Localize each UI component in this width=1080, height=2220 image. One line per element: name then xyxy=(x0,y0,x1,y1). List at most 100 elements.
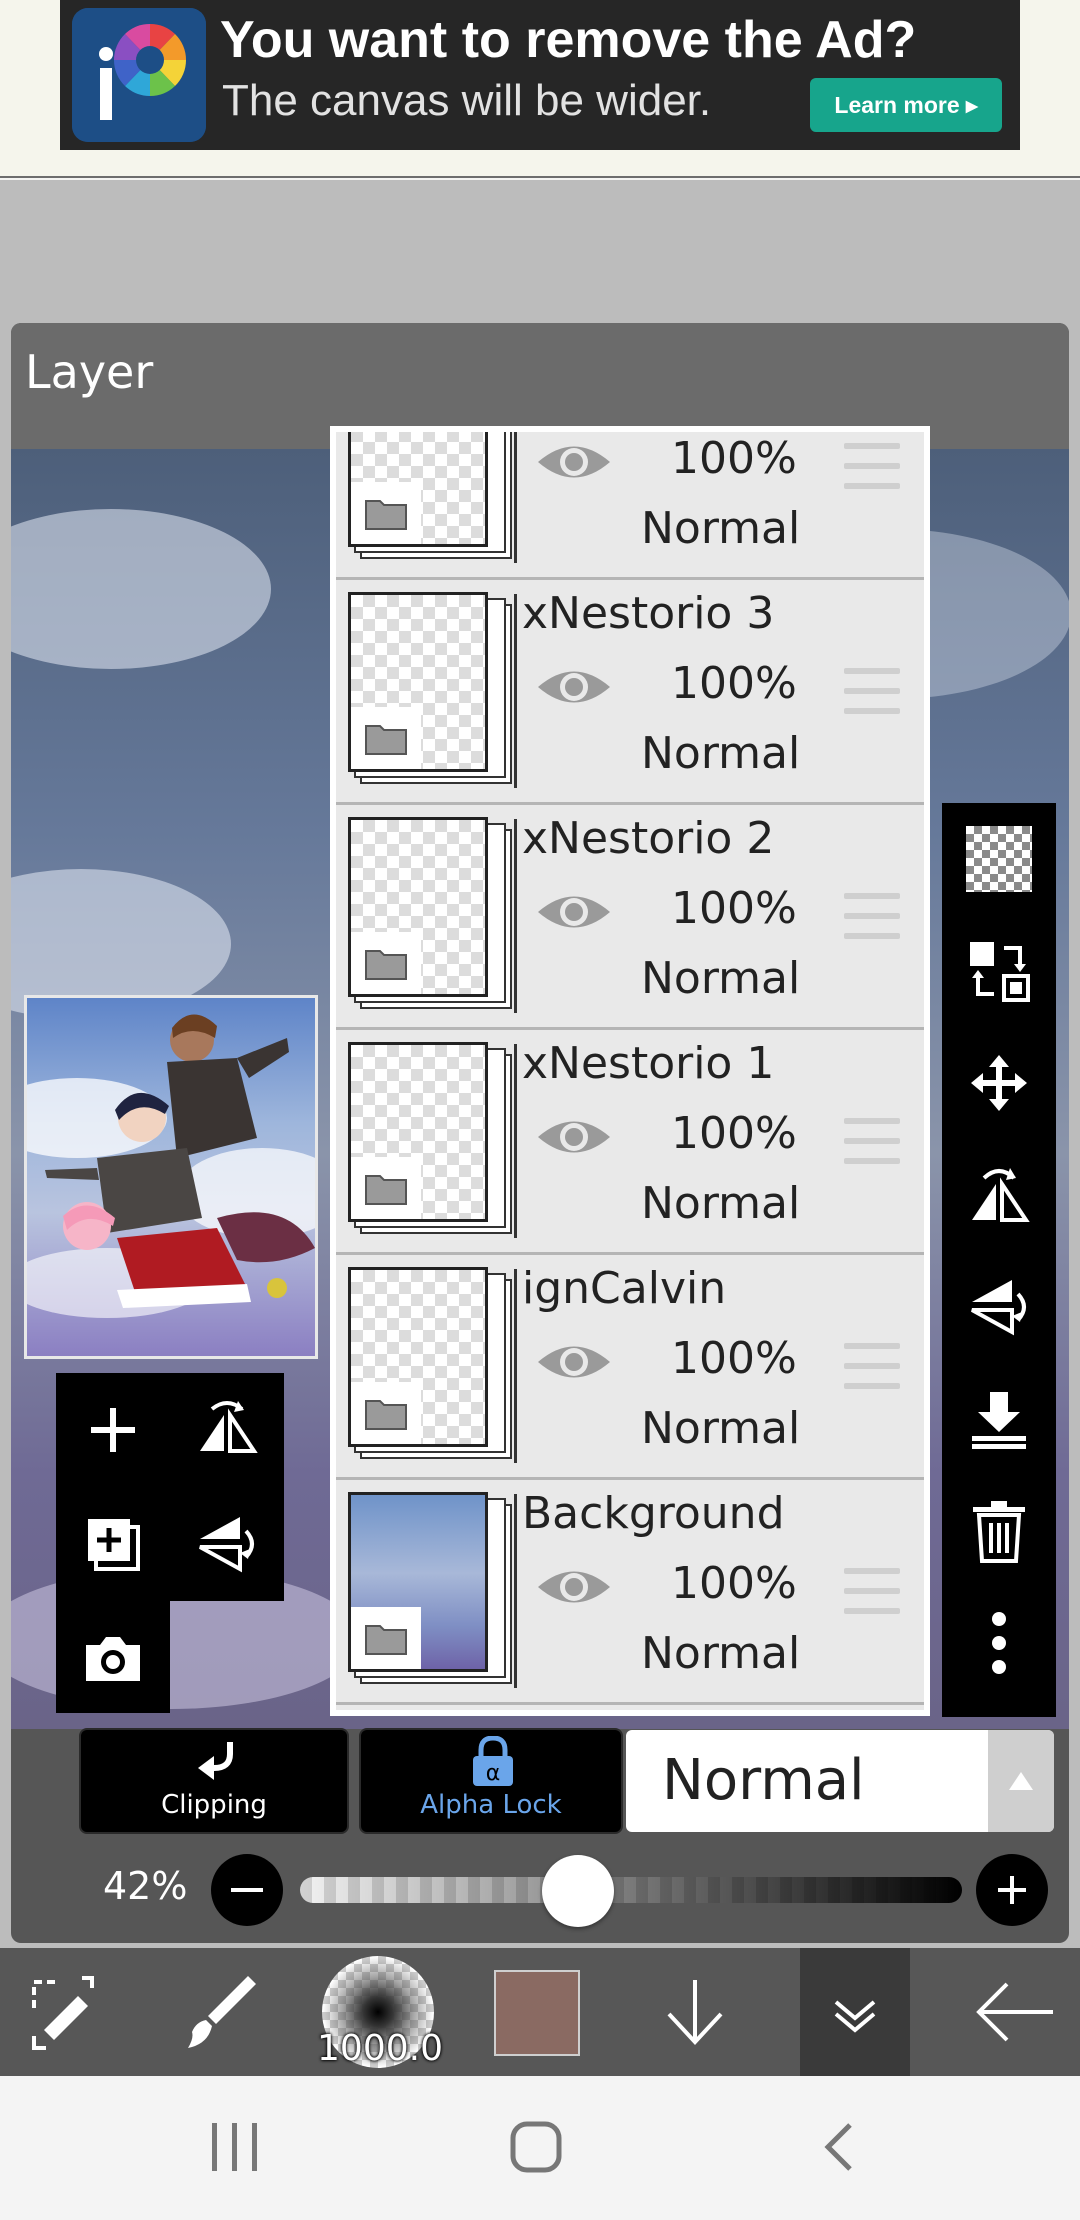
visibility-eye-icon[interactable] xyxy=(534,437,614,487)
color-swatch[interactable] xyxy=(494,1970,580,2056)
layer-name: Background xyxy=(522,1488,785,1539)
layer-row[interactable]: Background 100% Normal xyxy=(336,1480,924,1705)
layer-blend-mode: Normal xyxy=(641,1628,801,1679)
canvas-thumbnail[interactable] xyxy=(24,995,318,1359)
trash-icon xyxy=(973,1501,1025,1563)
brush-size-label: 1000.0 xyxy=(317,2028,443,2069)
minus-icon xyxy=(231,1888,263,1892)
download-button[interactable] xyxy=(640,1948,750,2076)
layer-thumbnail xyxy=(348,817,488,997)
opacity-slider[interactable] xyxy=(300,1877,962,1903)
screen: You want to remove the Ad? The canvas wi… xyxy=(0,0,1080,2220)
move-icon xyxy=(971,1055,1027,1111)
delete-layer-button[interactable] xyxy=(942,1475,1056,1587)
layer-opacity: 100% xyxy=(671,1558,797,1609)
brush-tool-button[interactable] xyxy=(160,1948,280,2076)
layers-list: 100% Normal xNestorio 3 100% Normal xNes… xyxy=(336,432,924,1710)
layer-thumbnail xyxy=(348,432,488,547)
opacity-slider-knob[interactable] xyxy=(542,1855,615,1927)
right-toolbar xyxy=(942,803,1056,1717)
duplicate-layer-button[interactable] xyxy=(56,1487,170,1601)
move-button[interactable] xyxy=(942,1027,1056,1139)
layer-row[interactable]: xNestorio 1 100% Normal xyxy=(336,1030,924,1255)
layer-thumbnail-stack xyxy=(348,817,516,1009)
layer-row[interactable]: xNestorio 2 100% Normal xyxy=(336,805,924,1030)
transform-tool-button[interactable] xyxy=(10,1948,130,2076)
learn-more-button[interactable]: Learn more ▸ xyxy=(810,78,1002,132)
visibility-eye-icon[interactable] xyxy=(534,1112,614,1162)
blend-mode-select[interactable]: Normal xyxy=(626,1730,1054,1832)
camera-icon xyxy=(86,1637,140,1681)
drag-handle-icon[interactable] xyxy=(844,1343,900,1389)
opacity-increase-button[interactable] xyxy=(976,1854,1048,1926)
flip-canvas-horizontal-button[interactable] xyxy=(170,1373,284,1487)
flip-layer-horizontal-button[interactable] xyxy=(942,1139,1056,1251)
alpha-lock-button[interactable]: α Alpha Lock xyxy=(359,1728,623,1834)
opacity-value-label: 42% xyxy=(103,1864,188,1908)
brush-icon xyxy=(188,1976,256,2048)
system-nav-bar xyxy=(0,2076,1080,2220)
recent-apps-icon[interactable] xyxy=(210,2121,260,2173)
layer-blend-mode: Normal xyxy=(641,1178,801,1229)
layer-row[interactable]: 100% Normal xyxy=(336,432,924,580)
layer-opacity: 100% xyxy=(671,1108,797,1159)
learn-more-label: Learn more xyxy=(834,92,960,118)
layer-name: xNestorio 2 xyxy=(522,813,775,864)
ad-banner[interactable]: You want to remove the Ad? The canvas wi… xyxy=(60,0,1020,150)
lock-icon: α xyxy=(473,1736,513,1786)
merge-down-icon xyxy=(972,1392,1026,1449)
ad-title: You want to remove the Ad? xyxy=(220,11,917,69)
ad-subtitle: The canvas will be wider. xyxy=(222,76,712,125)
svg-text:α: α xyxy=(486,1761,501,1786)
flip-layer-vertical-button[interactable] xyxy=(942,1251,1056,1363)
transparency-button[interactable] xyxy=(942,803,1056,915)
visibility-eye-icon[interactable] xyxy=(534,1562,614,1612)
drag-handle-icon[interactable] xyxy=(844,893,900,939)
back-button[interactable] xyxy=(960,1948,1070,2076)
flip-canvas-vertical-button[interactable] xyxy=(170,1487,284,1601)
merge-down-button[interactable] xyxy=(942,1363,1056,1475)
system-back-icon[interactable] xyxy=(822,2121,856,2173)
visibility-eye-icon[interactable] xyxy=(534,662,614,712)
triangle-up-icon xyxy=(1009,1772,1033,1790)
layer-blend-mode: Normal xyxy=(641,953,801,1004)
layer-name: xNestorio 3 xyxy=(522,588,775,639)
more-options-button[interactable] xyxy=(942,1587,1056,1699)
camera-button[interactable] xyxy=(56,1601,170,1715)
visibility-eye-icon[interactable] xyxy=(534,887,614,937)
layer-thumbnail xyxy=(348,592,488,772)
blend-mode-dropdown-arrow[interactable] xyxy=(988,1730,1054,1832)
add-layer-button[interactable] xyxy=(56,1373,170,1487)
layer-opacity: 100% xyxy=(671,658,797,709)
more-icon xyxy=(992,1612,1006,1674)
folder-icon xyxy=(351,482,421,544)
layer-row[interactable]: xNestorio 3 100% Normal xyxy=(336,580,924,805)
opacity-decrease-button[interactable] xyxy=(211,1854,283,1926)
clipping-icon xyxy=(198,1742,233,1780)
visibility-eye-icon[interactable] xyxy=(534,1337,614,1387)
layers-toggle-button[interactable] xyxy=(800,1948,910,2076)
drag-handle-icon[interactable] xyxy=(844,1118,900,1164)
layer-name: ignCalvin xyxy=(522,1263,727,1314)
layer-name: xNestorio 1 xyxy=(522,1038,775,1089)
drag-handle-icon[interactable] xyxy=(844,1568,900,1614)
folder-icon xyxy=(351,1382,421,1444)
layer-thumbnail xyxy=(348,1492,488,1672)
folder-icon xyxy=(351,932,421,994)
chevron-double-down-icon xyxy=(834,2000,876,2033)
clipping-label: Clipping xyxy=(161,1790,267,1820)
clipping-button[interactable]: Clipping xyxy=(79,1728,349,1834)
swap-layer-button[interactable] xyxy=(942,915,1056,1027)
layer-thumbnail-stack xyxy=(348,432,516,559)
drag-handle-icon[interactable] xyxy=(844,443,900,489)
folder-icon xyxy=(351,1157,421,1219)
plus-icon xyxy=(998,1876,1026,1904)
layers-panel: 100% Normal xNestorio 3 100% Normal xNes… xyxy=(330,426,930,1716)
flip-vertical-icon xyxy=(971,1280,1026,1336)
drag-handle-icon[interactable] xyxy=(844,668,900,714)
arrow-left-icon xyxy=(976,1982,1053,2042)
home-icon[interactable] xyxy=(510,2121,562,2173)
folder-icon xyxy=(351,1607,421,1669)
transform-icon xyxy=(32,1976,94,2050)
layer-row[interactable]: ignCalvin 100% Normal xyxy=(336,1255,924,1480)
